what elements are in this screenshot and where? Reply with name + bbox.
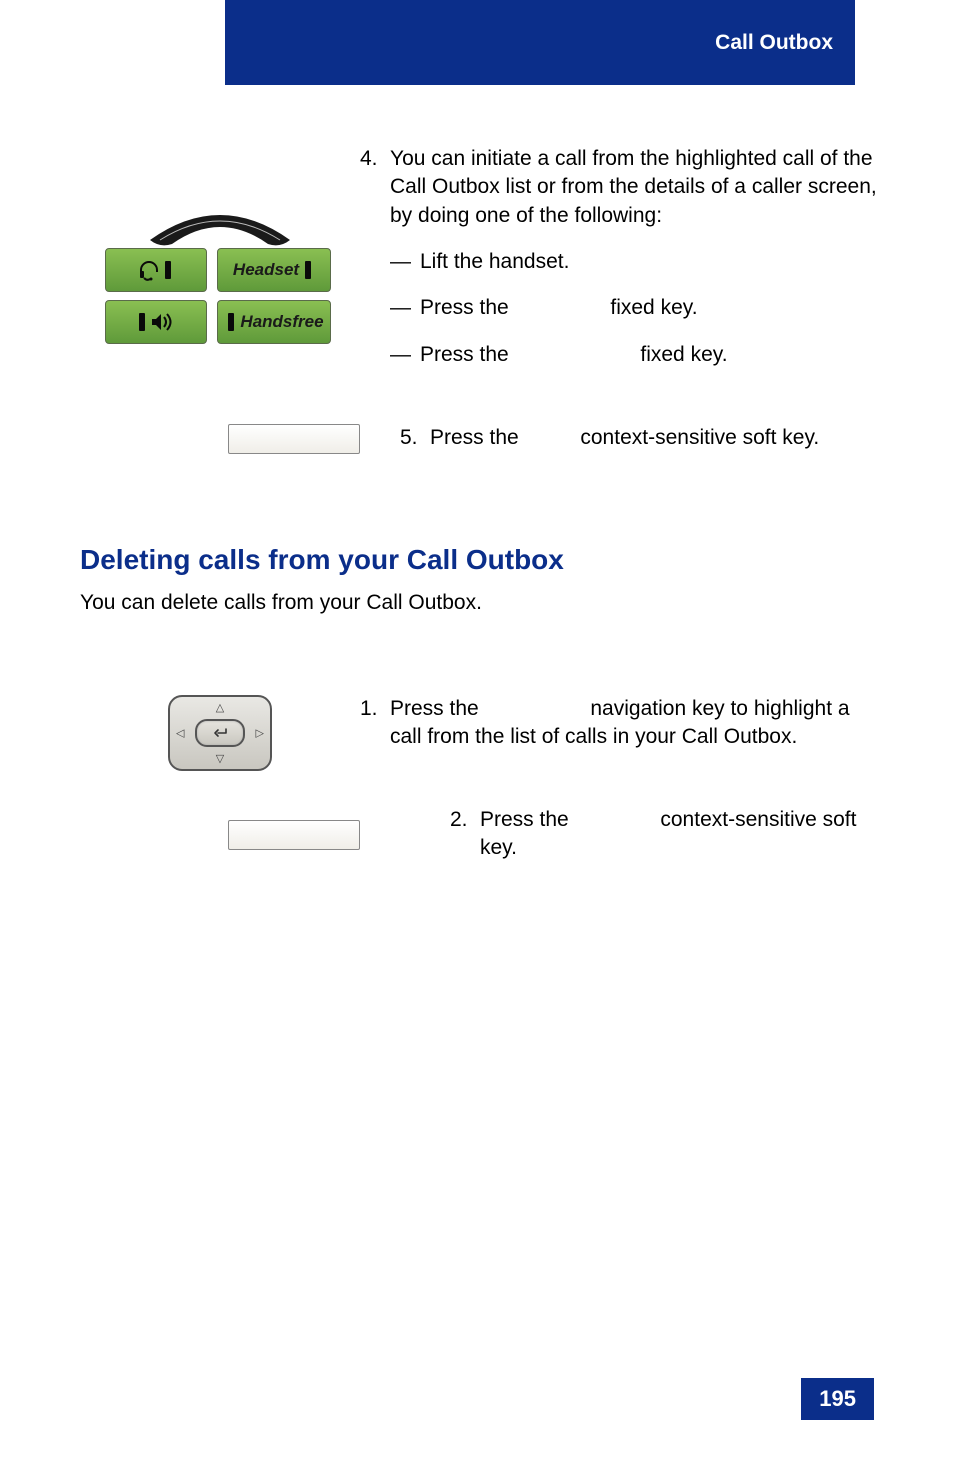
handset-icon (140, 200, 300, 240)
dash-bullet: — (390, 294, 420, 322)
led-bar-icon (305, 261, 311, 279)
delete-step-2-number: 2. (450, 806, 480, 863)
section-sub-deleting: You can delete calls from your Call Outb… (80, 591, 880, 615)
delete-step-1-body-a: Press the (390, 697, 485, 720)
nav-right-icon: ▷ (256, 727, 264, 740)
headset-icon-key (105, 248, 207, 292)
step-5-body-a: Press the (430, 426, 525, 449)
step-4-text: 4. You can initiate a call from the high… (360, 145, 880, 369)
headset-key-row: Headset (105, 248, 335, 292)
step-5-illustration (80, 424, 400, 454)
delete-step-1-illustration: △ ▽ ◁ ▷ (80, 695, 360, 771)
delete-step-2-body-a: Press the (480, 808, 575, 831)
delete-step-2-text: 2. Press the context-sensitive soft key. (450, 806, 880, 863)
step-4-sub-3: —Press the fixed key. (360, 341, 880, 369)
step-5-body: Press the context-sensitive soft key. (430, 424, 880, 452)
nav-up-icon: △ (216, 701, 224, 714)
nav-down-icon: ▽ (216, 752, 224, 765)
step-4-sub-1: —Lift the handset. (360, 248, 880, 276)
softkey-icon (228, 820, 360, 850)
delete-step-1-body: Press the navigation key to highlight a … (390, 695, 880, 752)
dash-bullet: — (390, 341, 420, 369)
header-bar: Call Outbox (225, 0, 855, 85)
step-4-sub-2: —Press the fixed key. (360, 294, 880, 322)
handsfree-label-key: Handsfree (217, 300, 331, 344)
page: Call Outbox (0, 0, 954, 1475)
step-5-body-b: context-sensitive soft key. (575, 426, 820, 449)
led-bar-icon (228, 313, 234, 331)
delete-step-2-body: Press the context-sensitive soft key. (480, 806, 880, 863)
step-5-number: 5. (400, 424, 430, 452)
headset-label-key: Headset (217, 248, 331, 292)
step-4-sub-3-b: fixed key. (635, 343, 728, 366)
step-4-body: You can initiate a call from the highlig… (390, 145, 880, 230)
handsfree-key-row: Handsfree (105, 300, 335, 344)
delete-step-2-illustration (80, 806, 450, 850)
led-bar-icon (139, 313, 145, 331)
step-4: Headset Handsfree (80, 145, 880, 369)
step-4-sub-2-a: Press the (420, 296, 515, 319)
step-4-sub-1-text: Lift the handset. (420, 250, 569, 273)
navigation-pad-icon: △ ▽ ◁ ▷ (168, 695, 272, 771)
delete-step-1-text: 1. Press the navigation key to highlight… (360, 695, 880, 752)
led-bar-icon (165, 261, 171, 279)
content-area: Headset Handsfree (80, 145, 880, 883)
nav-left-icon: ◁ (176, 727, 184, 740)
dash-bullet: — (390, 248, 420, 276)
softkey-icon (228, 424, 360, 454)
page-number: 195 (801, 1378, 874, 1420)
delete-step-2: 2. Press the context-sensitive soft key. (80, 806, 880, 863)
handsfree-key-label: Handsfree (240, 312, 323, 332)
step-4-sub-3-a: Press the (420, 343, 515, 366)
headset-key-label: Headset (233, 260, 299, 280)
step-4-sub-2-b: fixed key. (605, 296, 698, 319)
step-5: 5. Press the context-sensitive soft key. (80, 424, 880, 454)
nav-enter-icon (195, 719, 245, 747)
step-5-text: 5. Press the context-sensitive soft key. (400, 424, 880, 452)
step-4-number: 4. (360, 145, 390, 230)
delete-step-1-number: 1. (360, 695, 390, 752)
step-4-illustration: Headset Handsfree (80, 145, 360, 352)
delete-step-1: △ ▽ ◁ ▷ 1. Press the navigation key to h… (80, 695, 880, 771)
section-heading-deleting: Deleting calls from your Call Outbox (80, 544, 880, 576)
handset-keys-illustration: Headset Handsfree (105, 200, 335, 352)
header-title: Call Outbox (715, 31, 833, 55)
handsfree-icon-key (105, 300, 207, 344)
